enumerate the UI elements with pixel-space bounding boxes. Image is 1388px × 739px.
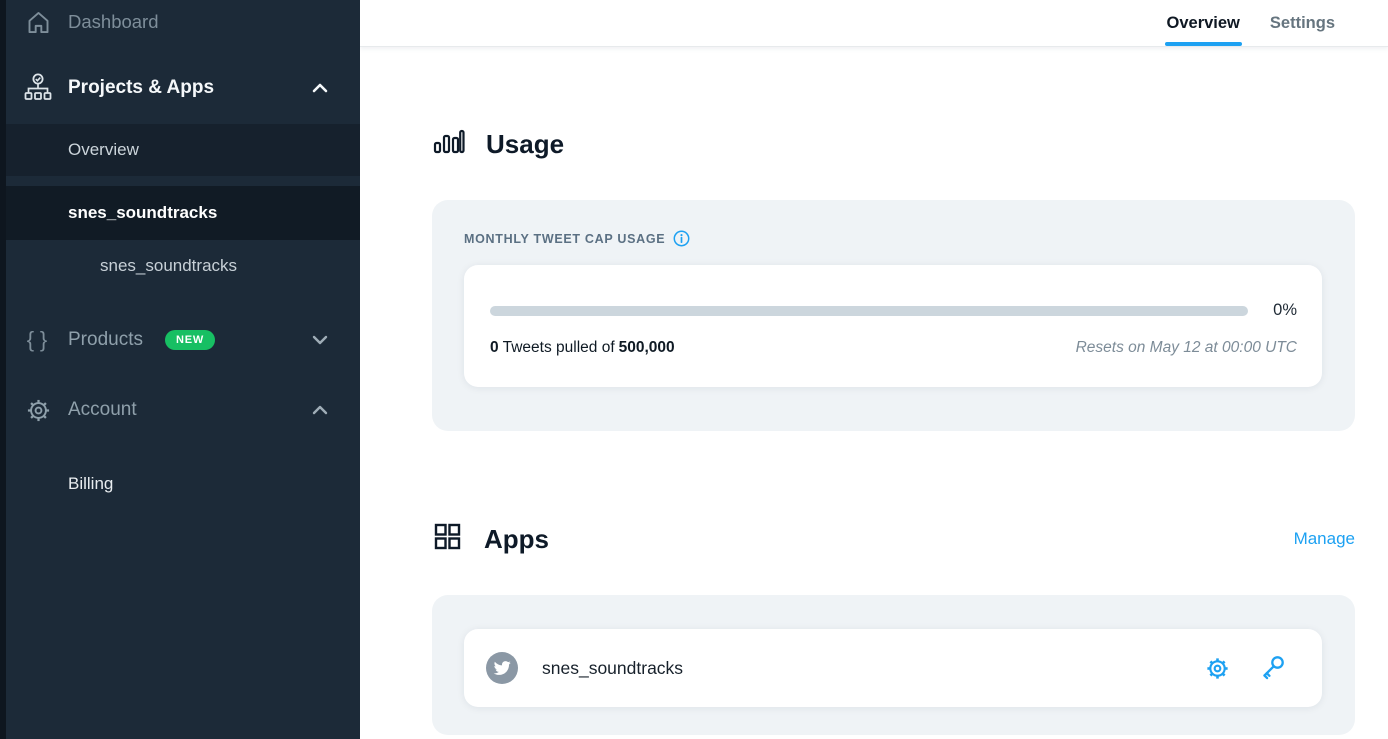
sidebar: Dashboard Projects & Apps Overview snes_… <box>0 0 360 739</box>
tab-overview[interactable]: Overview <box>1165 0 1242 46</box>
app-settings-gear-icon[interactable] <box>1204 655 1231 682</box>
twitter-avatar-icon <box>486 652 518 684</box>
app-row: snes_soundtracks <box>464 629 1322 707</box>
content: Usage MONTHLY TWEET CAP USAGE 0% <box>360 47 1388 735</box>
sidebar-item-label: Dashboard <box>68 11 159 33</box>
sidebar-item-account[interactable]: Account <box>0 382 360 438</box>
app-name: snes_soundtracks <box>542 658 683 679</box>
tab-settings[interactable]: Settings <box>1268 0 1337 46</box>
home-icon <box>22 9 54 36</box>
tweets-pulled-text: 0Tweets pulled of500,000 <box>490 339 675 357</box>
sidebar-item-label: Projects & Apps <box>68 77 214 99</box>
section-title: Usage <box>486 129 564 160</box>
tweet-cap-panel: 0% 0Tweets pulled of500,000 Resets on Ma… <box>464 265 1322 387</box>
apps-card: snes_soundtracks <box>432 595 1355 735</box>
sidebar-item-dashboard[interactable]: Dashboard <box>0 0 360 44</box>
tweets-used-value: 0 <box>490 339 499 356</box>
gear-icon <box>22 397 54 424</box>
section-title: Apps <box>484 524 549 555</box>
chevron-down-icon <box>308 328 332 352</box>
sidebar-item-label: Account <box>68 399 137 421</box>
sidebar-item-overview[interactable]: Overview <box>0 124 360 176</box>
sidebar-item-label: snes_soundtracks <box>68 203 217 223</box>
chevron-up-icon <box>308 76 332 100</box>
tweet-cap-value: 500,000 <box>619 339 675 356</box>
braces-icon: { } <box>22 327 54 353</box>
sidebar-item-projects-apps[interactable]: Projects & Apps <box>0 60 360 116</box>
tab-label: Settings <box>1270 14 1335 33</box>
apps-section-header: Apps Manage <box>432 521 1355 557</box>
app-keys-key-icon[interactable] <box>1258 654 1286 682</box>
bar-chart-icon <box>432 125 465 163</box>
manage-link[interactable]: Manage <box>1294 529 1355 549</box>
usage-section-header: Usage <box>432 125 1355 163</box>
usage-percent: 0% <box>1273 301 1297 320</box>
grid-icon <box>432 521 463 557</box>
sidebar-item-label: Products <box>68 329 143 351</box>
main-area: Overview Settings Usage MONTHLY TWEET CA… <box>360 0 1388 739</box>
usage-card-label: MONTHLY TWEET CAP USAGE <box>464 232 665 246</box>
usage-card: MONTHLY TWEET CAP USAGE 0% 0Tweets pulle… <box>432 200 1355 431</box>
top-tab-bar: Overview Settings <box>360 0 1388 47</box>
new-badge: NEW <box>165 330 215 350</box>
info-icon[interactable] <box>673 230 690 247</box>
usage-progress-bar <box>490 306 1248 316</box>
projects-icon <box>22 72 54 104</box>
sidebar-item-label: Overview <box>68 140 139 160</box>
sidebar-item-project-snes-soundtracks[interactable]: snes_soundtracks <box>0 186 360 240</box>
sidebar-item-billing[interactable]: Billing <box>0 458 360 510</box>
tab-label: Overview <box>1167 14 1240 33</box>
chevron-up-icon <box>308 398 332 422</box>
sidebar-item-label: Billing <box>68 474 113 494</box>
sidebar-item-products[interactable]: { } Products NEW <box>0 312 360 368</box>
sidebar-item-app-snes-soundtracks[interactable]: snes_soundtracks <box>0 240 360 292</box>
sidebar-item-label: snes_soundtracks <box>100 256 237 276</box>
reset-date-text: Resets on May 12 at 00:00 UTC <box>1076 339 1297 357</box>
tweets-pulled-label: Tweets pulled of <box>503 339 615 356</box>
